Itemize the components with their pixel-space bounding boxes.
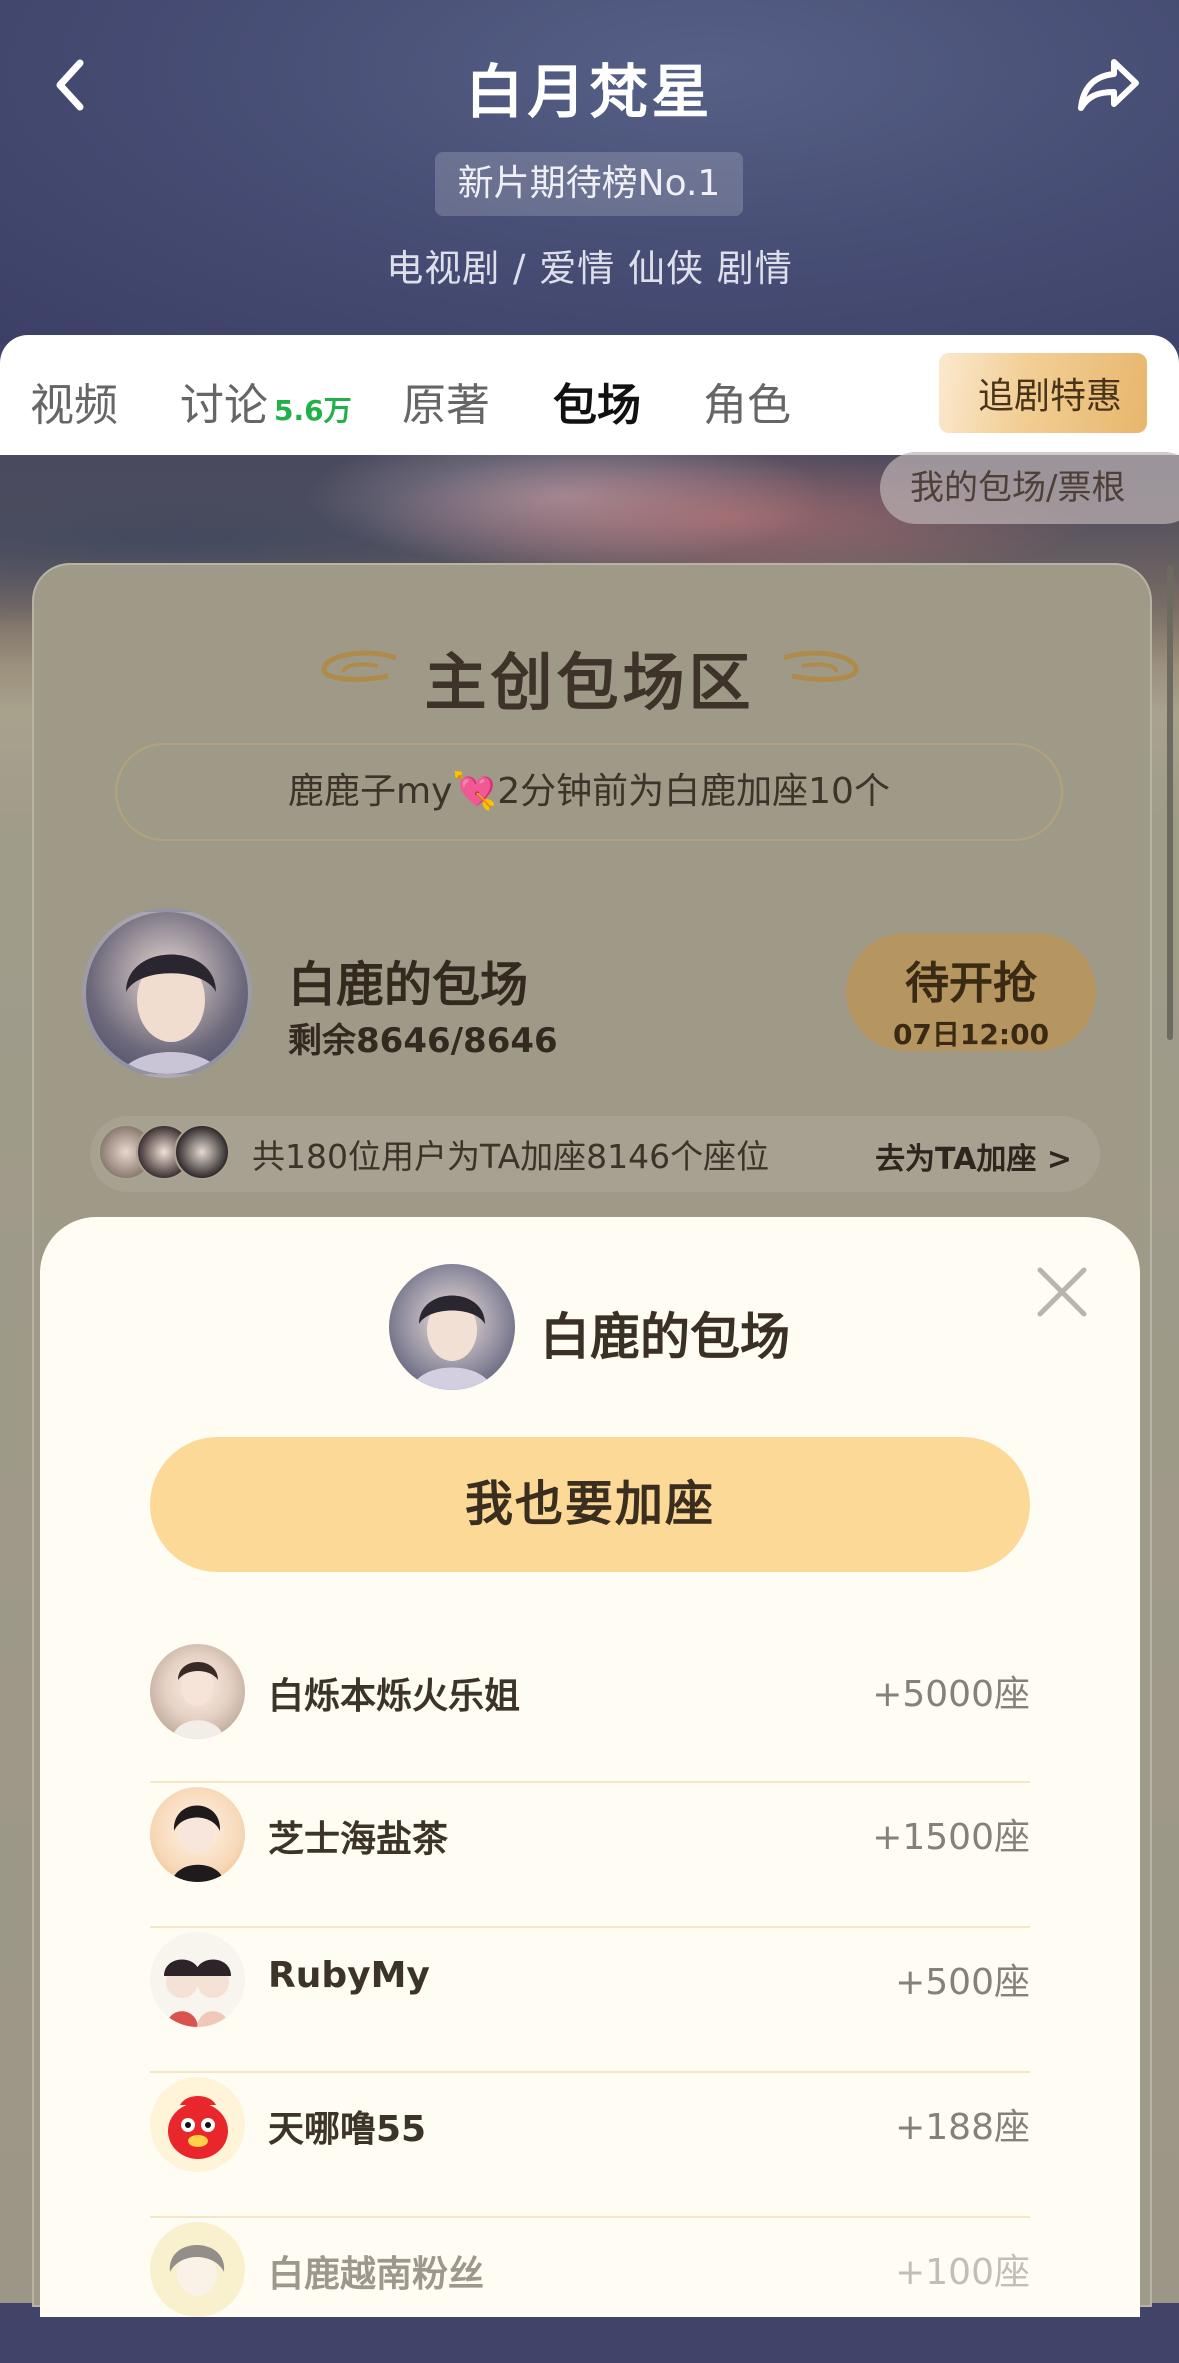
user-name: 白烁本烁火乐姐: [268, 1676, 521, 1717]
user-name: RubyMy: [268, 1955, 430, 1996]
grab-label: 待开抢: [905, 958, 1037, 1009]
zone-title: 主创包场区: [424, 646, 755, 719]
contributor-list: 白烁本烁火乐姐 +5000座 芝士海盐茶 +1500座 RubyMy +500座…: [150, 1640, 1030, 2363]
tab-label: 原著: [402, 380, 490, 431]
seat-count: +500座: [895, 1962, 1030, 2003]
seat-count: +188座: [895, 2107, 1030, 2148]
supporter-avatar: [174, 1124, 230, 1180]
user-avatar: [150, 1644, 245, 1739]
close-icon: [1037, 1267, 1087, 1317]
portrait-icon: [119, 954, 223, 1074]
genre-tags: 电视剧 / 爱情 仙侠 剧情: [386, 247, 793, 290]
grab-time: 07日12:00: [892, 1018, 1050, 1051]
decorative-swirl-icon: [783, 650, 859, 682]
list-item[interactable]: 天哪噜55 +188座: [150, 2073, 1030, 2218]
tab-discussion[interactable]: 讨论 5.6万: [180, 369, 352, 433]
share-icon: [1078, 59, 1139, 111]
add-seat-button[interactable]: 我也要加座: [150, 1437, 1030, 1572]
seat-count: +5000座: [872, 1674, 1030, 1715]
tab-bar: 视频 讨论 5.6万 原著 包场 角色 追剧特惠: [0, 335, 1179, 455]
list-item[interactable]: 白鹿越南粉丝 +100座: [150, 2218, 1030, 2363]
user-name: 白鹿越南粉丝: [268, 2254, 485, 2295]
user-avatar: [150, 1787, 245, 1882]
star-screening-name[interactable]: 白鹿的包场: [288, 945, 528, 1015]
tab-private-screening[interactable]: 包场: [553, 369, 641, 433]
heart-icon: 💘: [452, 771, 498, 812]
tab-label: 讨论: [180, 380, 268, 431]
list-item[interactable]: RubyMy +500座: [150, 1928, 1030, 2073]
ticker-user: 鹿鹿子my: [288, 771, 453, 812]
add-seats-link[interactable]: 去为TA加座 >: [875, 1134, 1072, 1178]
promo-button[interactable]: 追剧特惠: [939, 353, 1147, 433]
star-avatar[interactable]: [82, 908, 252, 1078]
share-button[interactable]: [1069, 50, 1149, 120]
my-tickets-button[interactable]: 我的包场/票根: [880, 452, 1179, 524]
tab-label: 角色: [703, 380, 791, 431]
rank-badge[interactable]: 新片期待榜No.1: [435, 152, 743, 216]
portrait-icon: [411, 1295, 493, 1390]
tab-original-novel[interactable]: 原著: [402, 369, 490, 433]
close-button[interactable]: [1034, 1264, 1090, 1320]
tab-characters[interactable]: 角色: [703, 369, 791, 433]
seat-count: +1500座: [872, 1817, 1030, 1858]
discussion-count: 5.6万: [274, 394, 352, 427]
user-avatar: [150, 1932, 245, 2027]
ticker-message: 2分钟前为白鹿加座10个: [497, 771, 890, 812]
sheet-star-avatar: [389, 1264, 515, 1390]
supporters-summary: 共180位用户为TA加座8146个座位: [252, 1137, 770, 1176]
tab-label: 视频: [30, 380, 118, 431]
scrollbar[interactable]: [1167, 565, 1173, 1040]
user-avatar: [150, 2077, 245, 2172]
seat-count: +100座: [895, 2252, 1030, 2293]
sheet-title: 白鹿的包场: [540, 1308, 790, 1366]
tab-videos[interactable]: 视频: [30, 369, 118, 433]
activity-ticker: 鹿鹿子my💘2分钟前为白鹿加座10个: [115, 743, 1063, 841]
list-item[interactable]: 芝士海盐茶 +1500座: [150, 1783, 1030, 1928]
pending-grab-button[interactable]: 待开抢 07日12:00: [846, 933, 1096, 1051]
supporters-bar[interactable]: 共180位用户为TA加座8146个座位 去为TA加座 >: [90, 1116, 1100, 1192]
tab-label: 包场: [553, 380, 641, 431]
user-name: 天哪噜55: [268, 2109, 427, 2150]
page-title: 白月梵星: [465, 58, 714, 126]
user-name: 芝士海盐茶: [268, 1819, 449, 1860]
remaining-seats: 剩余8646/8646: [288, 1021, 558, 1061]
list-item[interactable]: 白烁本烁火乐姐 +5000座: [150, 1640, 1030, 1783]
